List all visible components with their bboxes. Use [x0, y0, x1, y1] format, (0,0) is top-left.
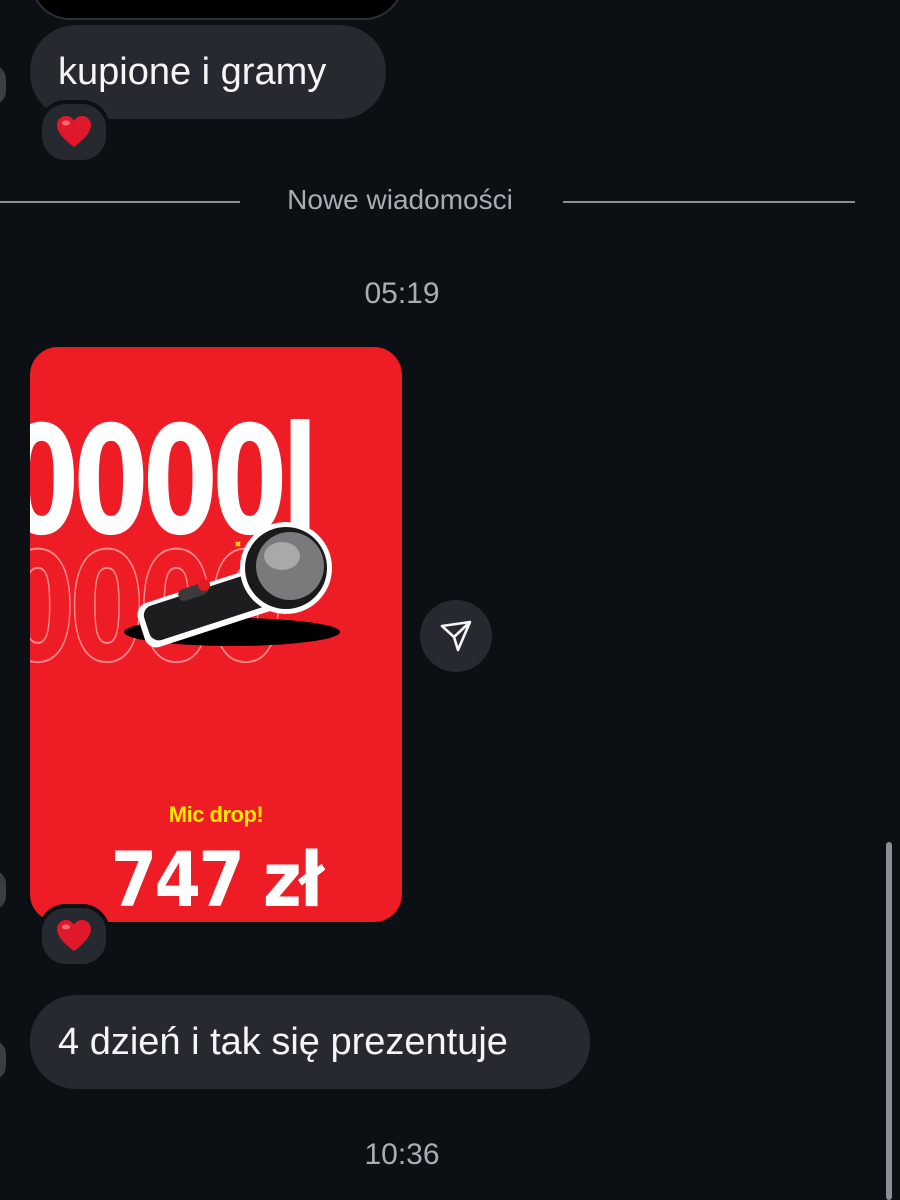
- sender-avatar[interactable]: [0, 870, 6, 910]
- reaction-badge[interactable]: [38, 100, 110, 164]
- heart-icon: [57, 116, 91, 147]
- share-button[interactable]: [420, 600, 492, 672]
- scrollbar[interactable]: [886, 842, 892, 1200]
- sender-avatar[interactable]: [0, 1040, 6, 1080]
- message-bubble[interactable]: 4 dzień i tak się prezentuje: [30, 995, 590, 1089]
- shared-post-card[interactable]: 0000l 0000 Mic drop! 747 zł: [30, 347, 402, 922]
- card-price: 747 zł: [110, 835, 324, 922]
- card-subtitle: Mic drop!: [168, 802, 264, 827]
- reaction-badge[interactable]: [38, 904, 110, 968]
- message-text: 4 dzień i tak się prezentuje: [58, 1021, 508, 1063]
- sender-avatar[interactable]: [0, 65, 6, 105]
- send-icon: [440, 620, 472, 652]
- message-text: kupione i gramy: [58, 51, 327, 93]
- microphone-illustration: [124, 522, 340, 648]
- timestamp: 05:19: [364, 277, 440, 310]
- new-messages-divider: Nowe wiadomości: [287, 184, 513, 215]
- heart-icon: [57, 920, 91, 951]
- timestamp: 10:36: [364, 1138, 440, 1171]
- previous-message-bubble[interactable]: [30, 0, 404, 20]
